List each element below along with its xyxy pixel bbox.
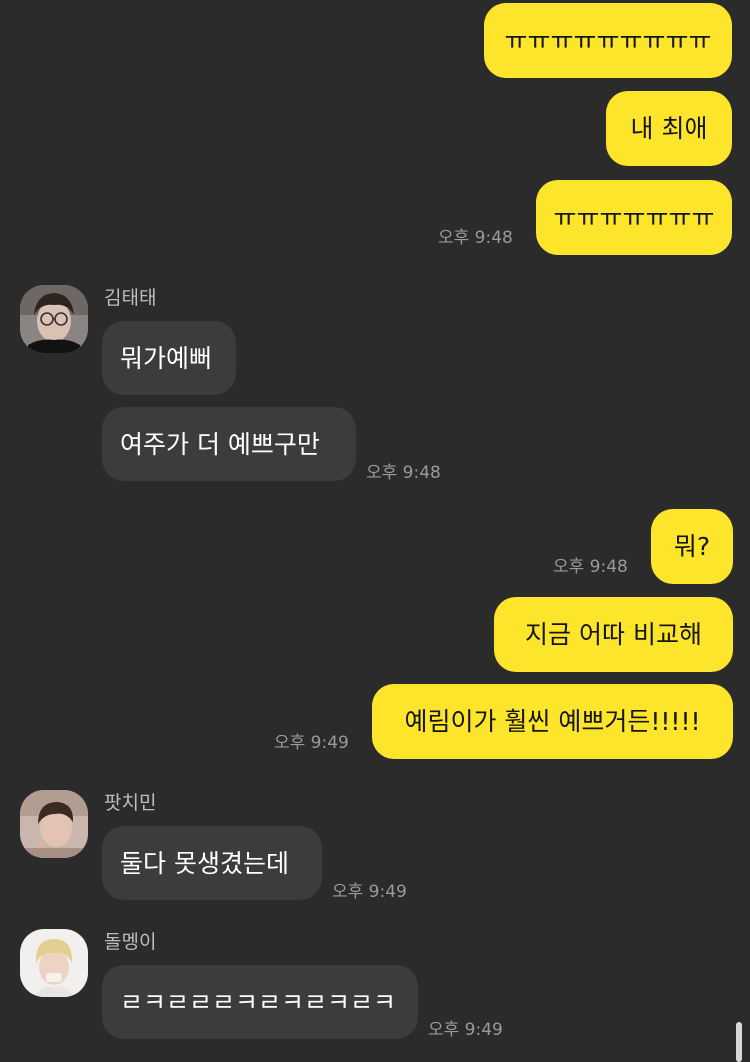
chat-scrollbar[interactable]: [736, 1022, 742, 1062]
message-timestamp: 오후 9:48: [438, 228, 513, 248]
my-message-bubble[interactable]: 예림이가 훨씬 예쁘거든!!!!!: [372, 684, 733, 759]
chat-room-message-list[interactable]: ㅠㅠㅠㅠㅠㅠㅠㅠㅠ 내 최애 ㅠㅠㅠㅠㅠㅠㅠ 오후 9:48 김태태 뭐가예뻐 …: [0, 0, 750, 1062]
my-message-bubble[interactable]: ㅠㅠㅠㅠㅠㅠㅠㅠㅠ: [484, 3, 732, 78]
message-text: 예림이가 훨씬 예쁘거든!!!!!: [404, 707, 701, 736]
their-message-bubble[interactable]: 여주가 더 예쁘구만: [102, 407, 356, 481]
message-text: 둘다 못생겼는데: [120, 848, 289, 878]
my-message-bubble[interactable]: ㅠㅠㅠㅠㅠㅠㅠ: [536, 180, 732, 255]
message-text: 뭐가예뻐: [120, 343, 213, 373]
profile-photo-taetae-icon: [20, 285, 88, 353]
their-message-bubble[interactable]: 뭐가예뻐: [102, 321, 236, 395]
profile-photo-dolmengi-icon: [20, 929, 88, 997]
sender-name: 팟치민: [104, 792, 157, 814]
message-text: 뭐?: [673, 532, 711, 561]
message-text: ㅠㅠㅠㅠㅠㅠㅠㅠㅠ: [504, 26, 712, 55]
their-message-bubble[interactable]: ㄹㅋㄹㄹㄹㅋㄹㅋㄹㅋㄹㅋ: [102, 965, 418, 1039]
message-timestamp: 오후 9:48: [553, 557, 628, 577]
message-text: 지금 어따 비교해: [525, 620, 702, 649]
message-text: 내 최애: [630, 114, 708, 143]
my-message-bubble[interactable]: 내 최애: [606, 91, 732, 166]
message-timestamp: 오후 9:49: [428, 1020, 503, 1040]
message-text: ㄹㅋㄹㄹㄹㅋㄹㅋㄹㅋㄹㅋ: [120, 987, 397, 1017]
my-message-bubble[interactable]: 지금 어따 비교해: [494, 597, 733, 672]
profile-avatar-dolmengi[interactable]: [20, 929, 88, 997]
message-text: ㅠㅠㅠㅠㅠㅠㅠ: [553, 203, 715, 232]
profile-photo-jimin-icon: [20, 790, 88, 858]
message-timestamp: 오후 9:49: [274, 733, 349, 753]
message-timestamp: 오후 9:49: [332, 882, 407, 902]
sender-name: 김태태: [104, 287, 157, 309]
sender-name: 돌멩이: [104, 931, 157, 953]
message-timestamp: 오후 9:48: [366, 463, 441, 483]
profile-avatar-taetae[interactable]: [20, 285, 88, 353]
message-text: 여주가 더 예쁘구만: [120, 429, 320, 459]
their-message-bubble[interactable]: 둘다 못생겼는데: [102, 826, 322, 900]
my-message-bubble[interactable]: 뭐?: [651, 509, 733, 584]
profile-avatar-jimin[interactable]: [20, 790, 88, 858]
